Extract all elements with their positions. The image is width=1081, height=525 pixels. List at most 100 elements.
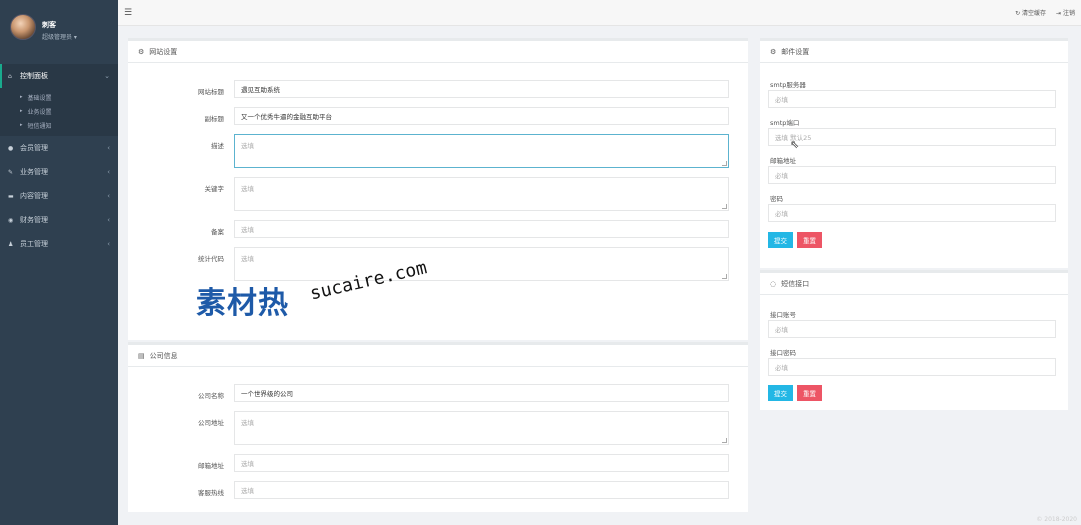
field-label: 统计代码 [198, 255, 224, 263]
field-label: 备案 [211, 228, 224, 236]
sidebar-subitem-sms[interactable]: ▸ 短信通知 [0, 118, 118, 132]
field-label: 描述 [211, 142, 224, 150]
tag-icon: ✎ [8, 168, 14, 176]
chevron-left-icon: ‹ [107, 168, 110, 176]
gear-icon: ⚙ [770, 47, 777, 56]
panel-title: 短信接口 [781, 279, 810, 288]
field-label: 网站标题 [198, 88, 224, 96]
panel-header: ⚙ 邮件设置 [760, 41, 1068, 63]
company-address-textarea[interactable]: 选填 [234, 411, 729, 445]
sidebar-subitem-business[interactable]: ▸ 业务设置 [0, 104, 118, 118]
field-label: 接口密码 [770, 349, 796, 357]
folder-icon: ▬ [8, 192, 14, 200]
sidebar-item-finance[interactable]: ◉ 财务管理 ‹ [0, 208, 118, 232]
home-icon: ⌂ [8, 72, 12, 80]
mail-settings-panel: ⚙ 邮件设置 smtp服务器 必填 smtp端口 选填 默认25 邮箱地址 必填… [760, 38, 1068, 268]
clear-cache-label: 清空缓存 [1022, 10, 1047, 17]
smtp-server-input[interactable]: 必填 [768, 90, 1056, 108]
sidebar-subitem-basic[interactable]: ▸ 基础设置 [0, 90, 118, 104]
sidebar: 刺客 超级管理员 ▾ ⌂ 控制面板 ⌄ ▸ 基础设置 ▸ 业务设置 ▸ 短信通知 ● … [0, 0, 118, 525]
sidebar-subitem-label: 基础设置 [27, 94, 52, 102]
sms-password-input[interactable]: 必填 [768, 358, 1056, 376]
sidebar-item-label: 内容管理 [20, 192, 48, 200]
clear-cache-button[interactable]: ↻ 清空缓存 [1015, 8, 1046, 17]
sms-settings-panel: ◌ 短信接口 接口账号 必填 接口密码 必填 提交 重置 [760, 270, 1068, 410]
sidebar-item-label: 会员管理 [20, 144, 48, 152]
bullet-icon: ▸ [20, 94, 23, 100]
form-row: 公司地址 选填 [134, 411, 729, 445]
stats-code-textarea[interactable]: 选填 [234, 247, 729, 281]
sms-reset-button[interactable]: 重置 [797, 385, 822, 401]
panel-title: 网站设置 [149, 47, 178, 56]
user-icon: ● [8, 144, 14, 152]
mail-submit-button[interactable]: 提交 [768, 232, 793, 248]
field-label: 公司地址 [198, 419, 224, 427]
sidebar-nav: ⌂ 控制面板 ⌄ ▸ 基础设置 ▸ 业务设置 ▸ 短信通知 ● 会员管理 ‹ ✎ 业务… [0, 64, 118, 256]
keywords-textarea[interactable]: 选填 [234, 177, 729, 211]
form-row: 描述 选填 [134, 134, 729, 168]
sidebar-submenu: ▸ 基础设置 ▸ 业务设置 ▸ 短信通知 [0, 88, 118, 136]
company-name-input[interactable]: 一个世界级的公司 [234, 384, 729, 402]
subtitle-input[interactable]: 又一个优秀牛逼的金融互助平台 [234, 107, 729, 125]
logout-button[interactable]: ⇥ 注销 [1056, 8, 1075, 17]
avatar[interactable] [10, 14, 36, 40]
mouse-cursor-icon: ⇖ [790, 138, 800, 151]
field-label: 关键字 [204, 185, 225, 193]
field-label: smtp服务器 [770, 81, 806, 89]
watermark: 素材热 sucaire.com [196, 257, 429, 322]
company-email-input[interactable]: 选填 [234, 454, 729, 472]
form-row: 统计代码 选填 [134, 247, 729, 281]
mail-password-input[interactable]: 必填 [768, 204, 1056, 222]
field-label: smtp端口 [770, 119, 800, 127]
profile-role-dropdown[interactable]: 超级管理员 ▾ [42, 32, 77, 41]
profile-name: 刺客 [42, 21, 56, 29]
form-row: 网站标题 遇见互助系统 [134, 80, 729, 98]
site-title-input[interactable]: 遇见互助系统 [234, 80, 729, 98]
sms-submit-button[interactable]: 提交 [768, 385, 793, 401]
field-label: 密码 [770, 195, 783, 203]
sms-account-input[interactable]: 必填 [768, 320, 1056, 338]
logout-icon: ⇥ [1056, 10, 1062, 17]
bullet-icon: ▸ [20, 122, 23, 128]
panel-title: 邮件设置 [781, 47, 810, 56]
sidebar-item-members[interactable]: ● 会员管理 ‹ [0, 136, 118, 160]
field-label: 邮箱地址 [770, 157, 796, 165]
sidebar-item-dashboard[interactable]: ⌂ 控制面板 ⌄ [0, 64, 118, 88]
panel-title: 公司信息 [149, 351, 178, 360]
mail-reset-button[interactable]: 重置 [797, 232, 822, 248]
sidebar-item-staff[interactable]: ♟ 员工管理 ‹ [0, 232, 118, 256]
form-row: 副标题 又一个优秀牛逼的金融互助平台 [134, 107, 729, 125]
refresh-icon: ↻ [1015, 10, 1021, 17]
coin-icon: ◉ [8, 216, 14, 224]
sidebar-item-label: 员工管理 [20, 240, 48, 248]
field-label: 副标题 [204, 115, 225, 123]
mail-address-input[interactable]: 必填 [768, 166, 1056, 184]
field-label: 客服热线 [198, 489, 224, 497]
chevron-down-icon: ⌄ [104, 72, 110, 80]
icp-input[interactable]: 选填 [234, 220, 729, 238]
person-icon: ♟ [8, 240, 14, 248]
form-row: 公司名称 一个世界级的公司 [134, 384, 729, 402]
description-textarea[interactable]: 选填 [234, 134, 729, 168]
chevron-left-icon: ‹ [107, 144, 110, 152]
bullet-icon: ▸ [20, 108, 23, 114]
sidebar-item-business[interactable]: ✎ 业务管理 ‹ [0, 160, 118, 184]
smtp-port-input[interactable]: 选填 默认25 [768, 128, 1056, 146]
chat-icon: ◌ [770, 279, 777, 288]
chevron-left-icon: ‹ [107, 192, 110, 200]
sidebar-item-label: 控制面板 [20, 72, 48, 80]
sidebar-subitem-label: 短信通知 [27, 122, 52, 130]
company-info-panel: ▤ 公司信息 公司名称 一个世界级的公司 公司地址 选填 邮箱地址 选填 客服热… [128, 342, 748, 512]
form-row: 客服热线 选填 [134, 481, 729, 499]
hamburger-menu-icon[interactable]: ☰ [124, 8, 132, 18]
chevron-left-icon: ‹ [107, 240, 110, 248]
panel-header: ⚙ 网站设置 [128, 41, 748, 63]
sidebar-item-content[interactable]: ▬ 内容管理 ‹ [0, 184, 118, 208]
panel-header: ◌ 短信接口 [760, 273, 1068, 295]
field-label: 公司名称 [198, 392, 224, 400]
profile[interactable]: 刺客 超级管理员 ▾ [0, 0, 118, 58]
sidebar-item-label: 业务管理 [20, 168, 48, 176]
field-label: 邮箱地址 [198, 462, 224, 470]
form-row: 邮箱地址 选填 [134, 454, 729, 472]
hotline-input[interactable]: 选填 [234, 481, 729, 499]
